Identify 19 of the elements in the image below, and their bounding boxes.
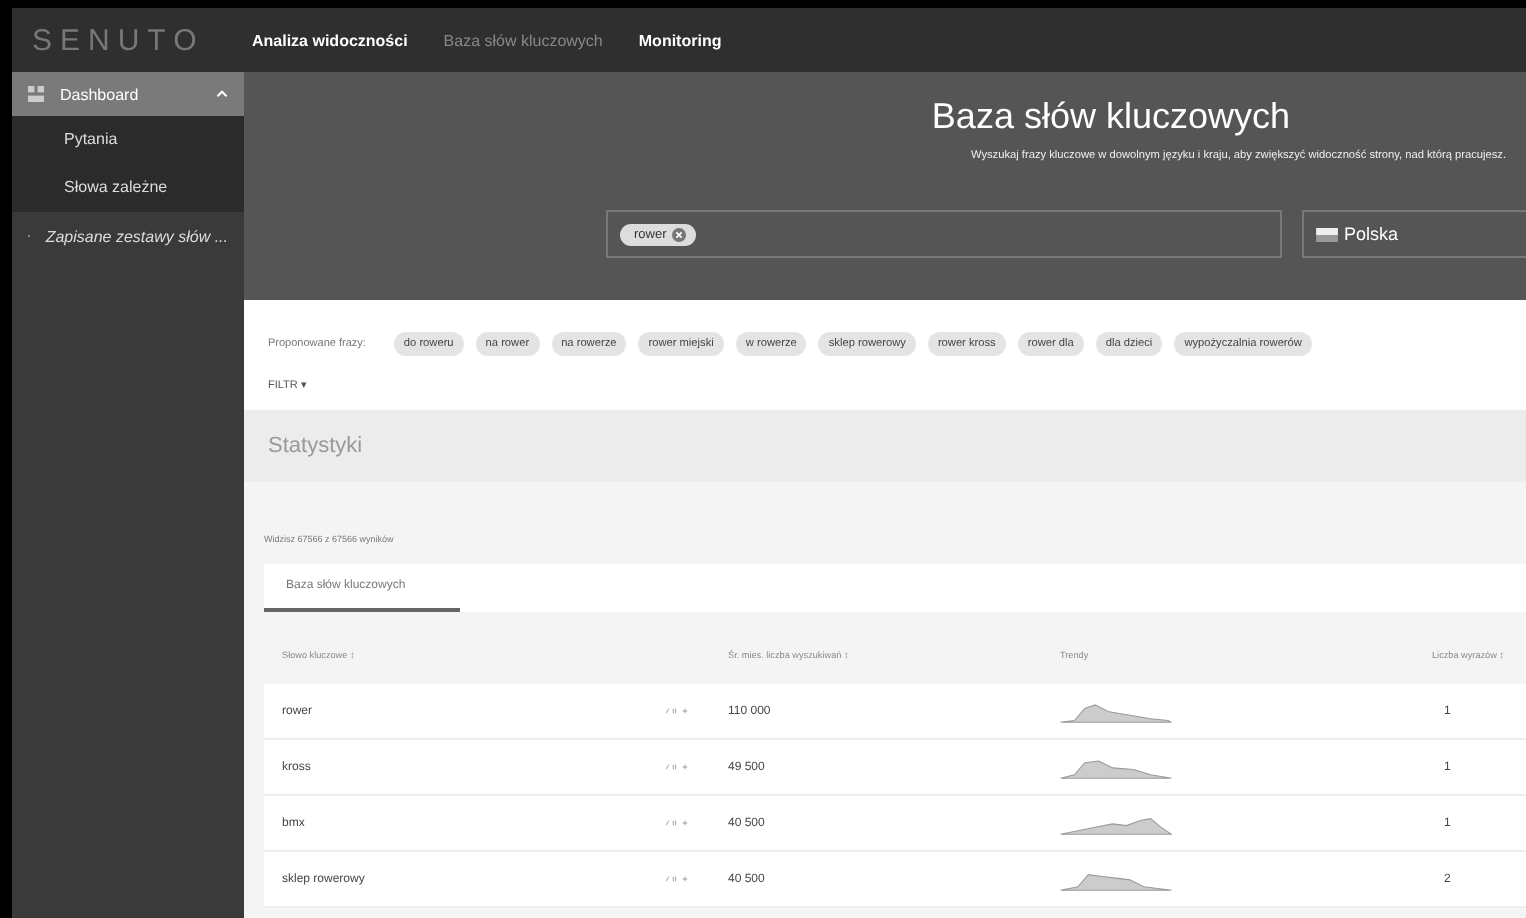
remove-icon[interactable]	[672, 227, 687, 241]
trend-sparkline	[1060, 754, 1172, 780]
sidebar-subitem[interactable]: Słowa zależne	[12, 164, 244, 212]
row-actions-icon[interactable]	[664, 818, 692, 828]
row-actions-icon[interactable]	[664, 762, 692, 772]
nav-link[interactable]: Analiza widoczności	[252, 31, 408, 49]
row-actions-icon[interactable]	[664, 706, 692, 716]
trend-sparkline	[1060, 698, 1172, 724]
section-title: Statystyki	[268, 434, 363, 458]
chevron-up-icon	[216, 90, 228, 98]
sidebar-subitem[interactable]: Pytania	[12, 116, 244, 164]
flag-icon	[1316, 227, 1338, 241]
dashboard-icon	[28, 86, 44, 102]
nav-link[interactable]: Monitoring	[638, 31, 722, 49]
nav-link[interactable]: Baza słów kluczowych	[443, 31, 603, 49]
page-title: Baza słów kluczowych	[931, 96, 1290, 138]
sidebar-item[interactable]: Dashboard	[12, 72, 244, 116]
row-actions-icon[interactable]	[664, 874, 692, 884]
country-select[interactable]: Polska	[1302, 210, 1526, 258]
